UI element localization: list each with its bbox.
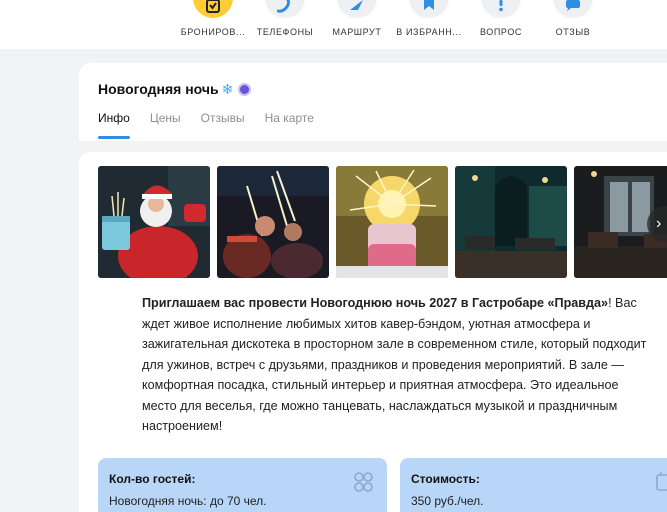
phones-label: ТЕЛЕФОНЫ: [256, 27, 314, 37]
bookmark-icon: [424, 0, 434, 10]
price-title: Стоимость:: [411, 472, 480, 486]
gallery-photo[interactable]: [217, 166, 329, 278]
review-button[interactable]: ОТЗЫВ: [533, 0, 613, 49]
guests-value: Новогодняя ночь: до 70 чел.: [109, 494, 267, 508]
question-label: ВОПРОС: [479, 27, 523, 37]
event-header: Новогодняя ночь ❄ Инфо Цены Отзывы На ка…: [79, 63, 667, 141]
gallery-photo[interactable]: [455, 166, 567, 278]
booking-icon-circle: [193, 0, 233, 18]
bookmark-icon-circle: [409, 0, 449, 18]
chevron-right-icon: ›: [656, 215, 662, 232]
description-body: Вас ждет живое исполнение любимых хитов …: [142, 296, 647, 433]
question-icon-circle: [481, 0, 521, 18]
question-button[interactable]: ВОПРОС: [461, 0, 541, 49]
route-button[interactable]: МАРШРУТ: [317, 0, 397, 49]
description-lead: Приглашаем вас провести Новогоднюю ночь …: [142, 296, 609, 310]
route-icon: [350, 0, 363, 10]
snowflake-icon: ❄: [221, 81, 234, 97]
verified-badge-icon: [238, 82, 252, 96]
gallery-photo[interactable]: [98, 166, 210, 278]
guests-title: Кол-во гостей:: [109, 472, 196, 486]
tab-info[interactable]: Инфо: [98, 111, 130, 139]
favorites-button[interactable]: В ИЗБРАНН...: [389, 0, 469, 49]
review-icon-circle: [553, 0, 593, 18]
tab-map[interactable]: На карте: [265, 111, 314, 139]
phone-icon-circle: [265, 0, 305, 18]
booking-label: БРОНИРОВ...: [180, 27, 246, 37]
action-bar: БРОНИРОВ... ТЕЛЕФОНЫ МАРШРУТ В ИЗБРАНН..…: [0, 0, 667, 49]
event-description: Приглашаем вас провести Новогоднюю ночь …: [142, 293, 654, 437]
tab-prices[interactable]: Цены: [150, 111, 181, 139]
review-label: ОТЗЫВ: [555, 27, 591, 37]
title-row: Новогодняя ночь ❄: [98, 79, 252, 99]
price-value: 350 руб./чел.: [411, 494, 484, 508]
wallet-icon: [656, 472, 667, 491]
phone-icon: [277, 0, 291, 13]
route-label: МАРШРУТ: [332, 27, 382, 37]
route-icon-circle: [337, 0, 377, 18]
price-info-box: Стоимость: 350 руб./чел.: [400, 458, 667, 512]
event-info-card: › Приглашаем вас провести Новогоднюю ноч…: [79, 152, 667, 512]
page-title: Новогодняя ночь: [98, 81, 219, 97]
tab-bar: Инфо Цены Отзывы На карте: [98, 111, 334, 139]
review-icon: [566, 0, 580, 11]
phones-button[interactable]: ТЕЛЕФОНЫ: [245, 0, 325, 49]
question-icon: [499, 0, 503, 12]
photo-gallery: [98, 166, 667, 278]
guests-info-box: Кол-во гостей: Новогодняя ночь: до 70 че…: [98, 458, 387, 512]
favorites-label: В ИЗБРАНН...: [396, 27, 462, 37]
booking-icon: [206, 0, 220, 13]
gallery-photo[interactable]: [336, 166, 448, 278]
booking-button[interactable]: БРОНИРОВ...: [173, 0, 253, 49]
tab-reviews[interactable]: Отзывы: [201, 111, 245, 139]
people-icon: [354, 472, 373, 492]
